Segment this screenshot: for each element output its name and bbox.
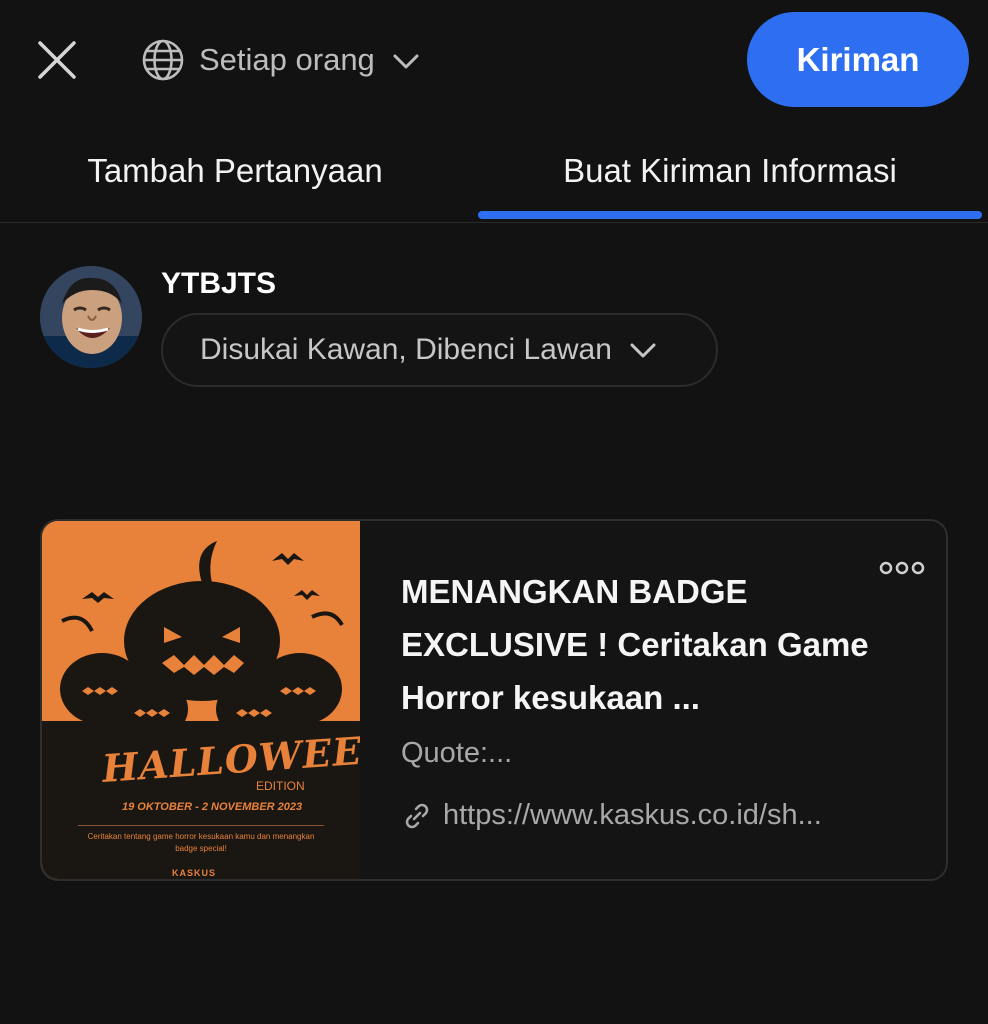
- tab-bar: Tambah Pertanyaan Buat Kiriman Informasi: [0, 130, 988, 223]
- thumbnail-description: Ceritakan tentang game horror kesukaan k…: [87, 832, 315, 853]
- link-snippet: Quote:...: [401, 737, 513, 769]
- link-icon: [405, 803, 429, 828]
- create-post-screen: Setiap orang Kiriman Tambah Pertanyaan B…: [0, 0, 988, 1024]
- thumbnail-dates: 19 OKTOBER - 2 NOVEMBER 2023: [122, 801, 303, 813]
- chevron-down-icon: [393, 54, 419, 69]
- close-button[interactable]: [34, 37, 80, 83]
- link-title: MENANGKAN BADGE EXCLUSIVE ! Ceritakan Ga…: [401, 573, 869, 716]
- more-options-icon[interactable]: [878, 556, 926, 580]
- thumbnail-divider: [78, 825, 324, 826]
- thumbnail-brand: KASKUS: [172, 868, 217, 878]
- globe-icon: [142, 39, 184, 81]
- close-icon: [38, 41, 76, 79]
- avatar: [40, 266, 142, 368]
- link-preview-card[interactable]: HALLOWEEN EDITION 19 OKTOBER - 2 NOVEMBE…: [40, 519, 948, 881]
- audience-label: Setiap orang: [199, 42, 375, 77]
- chevron-down-icon: [630, 343, 656, 358]
- active-tab-indicator: [478, 211, 982, 219]
- halloween-artwork: [42, 521, 360, 879]
- thumbnail-edition: EDITION: [256, 779, 305, 793]
- link-url-row: https://www.kaskus.co.id/sh...: [401, 799, 822, 832]
- author-username: YTBJTS: [161, 267, 277, 300]
- post-button[interactable]: Kiriman: [747, 12, 969, 107]
- link-url: https://www.kaskus.co.id/sh...: [443, 799, 822, 831]
- avatar-image: [40, 266, 142, 368]
- tab-create-post[interactable]: Buat Kiriman Informasi: [478, 130, 982, 222]
- tab-add-question[interactable]: Tambah Pertanyaan: [0, 130, 470, 222]
- link-thumbnail: HALLOWEEN EDITION 19 OKTOBER - 2 NOVEMBE…: [42, 521, 360, 879]
- audience-selector[interactable]: Setiap orang: [141, 36, 421, 84]
- space-label: Disukai Kawan, Dibenci Lawan: [200, 333, 612, 366]
- space-selector[interactable]: Disukai Kawan, Dibenci Lawan: [161, 313, 718, 387]
